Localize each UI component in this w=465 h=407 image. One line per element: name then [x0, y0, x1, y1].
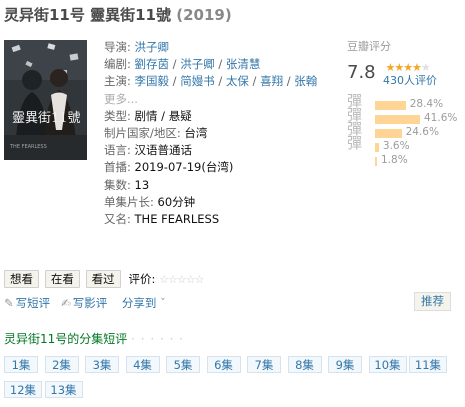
rating-distribution: 28.4% 41.6% 24.6% 3.6% 1.8%	[375, 98, 465, 168]
runtime-label: 单集片长:	[104, 194, 154, 209]
rating-ghost-text: 彈彈彈彈	[347, 92, 363, 152]
title-year: (2019)	[176, 6, 232, 24]
episodes-label: 集数:	[104, 177, 131, 192]
rating-bar	[375, 143, 379, 152]
language-label: 语言:	[104, 143, 131, 158]
poster-caption: 靈異街11號	[12, 111, 81, 126]
episode-button[interactable]: 11集	[409, 356, 447, 373]
cast-link[interactable]: 李国毅	[135, 74, 170, 88]
rating-count-link[interactable]: 430人评价	[383, 72, 437, 88]
episode-button[interactable]: 12集	[4, 381, 42, 398]
writer-link[interactable]: 洪子卿	[180, 57, 215, 71]
review-links: ✎ 写短评 ✍ 写影评 分享到 ˇ	[4, 295, 168, 311]
cast-label: 主演:	[104, 74, 131, 89]
genre-value: 剧情 / 悬疑	[134, 108, 192, 123]
episode-button[interactable]: 4集	[125, 356, 160, 373]
episode-button[interactable]: 10集	[368, 356, 407, 373]
cast-more-link[interactable]: 更多...	[104, 92, 138, 106]
short-review-link[interactable]: 写短评	[16, 296, 51, 310]
movie-info: 导演: 洪子卿 编剧: 劉存茵 / 洪子卿 / 张清慧 主演: 李国毅 / 简嫚…	[104, 39, 340, 228]
rating-bar	[375, 115, 420, 124]
rating-bar-percent: 28.4%	[409, 98, 444, 110]
rating-bar-row: 1.8%	[375, 154, 465, 168]
review-link[interactable]: 写影评	[73, 296, 108, 310]
episode-button[interactable]: 2集	[44, 356, 79, 373]
rating-label: 豆瓣评分	[347, 40, 391, 53]
episode-button[interactable]: 5集	[166, 356, 200, 373]
premiere-value: 2019-07-19(台湾)	[134, 160, 234, 175]
poster-art: 靈異街11號 THE FEARLESS	[4, 40, 87, 160]
section-dots: · · · · · ·	[131, 332, 185, 346]
rate-label: 评价:	[128, 272, 156, 286]
watching-button[interactable]: 在看	[44, 270, 80, 288]
country-label: 制片国家/地区:	[104, 126, 181, 141]
premiere-row: 首播: 2019-07-19(台湾)	[104, 159, 340, 176]
director-label: 导演:	[104, 40, 131, 54]
language-row: 语言: 汉语普通话	[104, 142, 340, 159]
pencil-icon: ✎	[4, 296, 14, 310]
share-link[interactable]: 分享到	[122, 296, 157, 310]
writer-link[interactable]: 劉存茵	[135, 57, 170, 71]
episode-button[interactable]: 1集	[4, 356, 38, 373]
cast-link[interactable]: 张翰	[294, 74, 317, 88]
title-text: 灵异街11号 靈異街11號	[4, 6, 171, 24]
episode-button[interactable]: 6集	[206, 356, 241, 373]
poster-image[interactable]: 靈異街11號 THE FEARLESS	[4, 40, 87, 160]
rating-bar-percent: 41.6%	[424, 112, 458, 124]
country-value: 台湾	[184, 126, 208, 141]
rating-bar-row: 3.6%	[375, 140, 465, 154]
action-bar: 想看 在看 看过 评价: ☆☆☆☆☆	[4, 270, 205, 288]
episode-button[interactable]: 9集	[328, 356, 362, 373]
episodes-row: 集数: 13	[104, 177, 340, 194]
episode-section-text: 灵异街11号的分集短评	[4, 332, 128, 346]
cast-more-row: 更多...	[104, 91, 340, 108]
rating-bar-percent: 1.8%	[381, 154, 408, 166]
page-title: 灵异街11号 靈異街11號 (2019)	[4, 4, 232, 25]
aka-label: 又名:	[104, 212, 131, 227]
watched-button[interactable]: 看过	[85, 270, 121, 288]
share-dropdown-icon[interactable]: ˇ	[156, 296, 166, 310]
genre-label: 类型:	[104, 108, 131, 123]
cast-link[interactable]: 喜翔	[260, 74, 283, 88]
language-value: 汉语普通话	[134, 143, 193, 158]
rating-bar-row: 24.6%	[375, 126, 465, 140]
aka-row: 又名: THE FEARLESS	[104, 211, 340, 228]
want-button[interactable]: 想看	[4, 270, 39, 288]
cast-link[interactable]: 太保	[226, 74, 249, 88]
episode-section-title: 灵异街11号的分集短评 · · · · · ·	[4, 330, 184, 347]
aka-value: THE FEARLESS	[134, 212, 220, 227]
genre-row: 类型: 剧情 / 悬疑	[104, 108, 340, 125]
director-row: 导演: 洪子卿	[104, 39, 340, 56]
rating-bar-percent: 3.6%	[382, 140, 410, 152]
poster-subtitle: THE FEARLESS	[9, 144, 47, 150]
pen-icon: ✍	[61, 296, 71, 310]
runtime-value: 60分钟	[157, 194, 196, 209]
rating-score: 7.8	[347, 62, 376, 83]
rating-bar	[375, 101, 406, 110]
episodes-value: 13	[134, 177, 150, 192]
episode-button[interactable]: 3集	[85, 356, 119, 373]
episode-button[interactable]: 8集	[287, 356, 322, 373]
runtime-row: 单集片长: 60分钟	[104, 194, 340, 211]
recommend-button[interactable]: 推荐	[414, 292, 451, 311]
episode-button[interactable]: 13集	[44, 381, 83, 398]
rating-bar	[375, 157, 377, 166]
rating-bar	[375, 129, 402, 138]
premiere-label: 首播:	[104, 160, 131, 175]
writer-link[interactable]: 张清慧	[226, 57, 261, 71]
country-row: 制片国家/地区: 台湾	[104, 125, 340, 142]
rating-bar-row: 28.4%	[375, 98, 465, 112]
writer-row: 编剧: 劉存茵 / 洪子卿 / 张清慧	[104, 57, 261, 72]
rating-bar-percent: 24.6%	[405, 126, 439, 138]
cast-row: 主演: 李国毅 / 简嫚书 / 太保 / 喜翔 / 张翰	[104, 74, 318, 89]
episode-button[interactable]: 7集	[247, 356, 281, 373]
rating-panel: 豆瓣评分 7.8 ★★★★★ 430人评价 彈彈彈彈 28.4% 41.6% 24.…	[347, 38, 459, 166]
rating-bar-row: 41.6%	[375, 112, 465, 126]
writer-label: 编剧:	[104, 57, 131, 72]
rate-stars-input[interactable]: ☆☆☆☆☆	[159, 273, 204, 286]
cast-link[interactable]: 简嫚书	[180, 74, 215, 88]
director-link[interactable]: 洪子卿	[135, 40, 170, 54]
